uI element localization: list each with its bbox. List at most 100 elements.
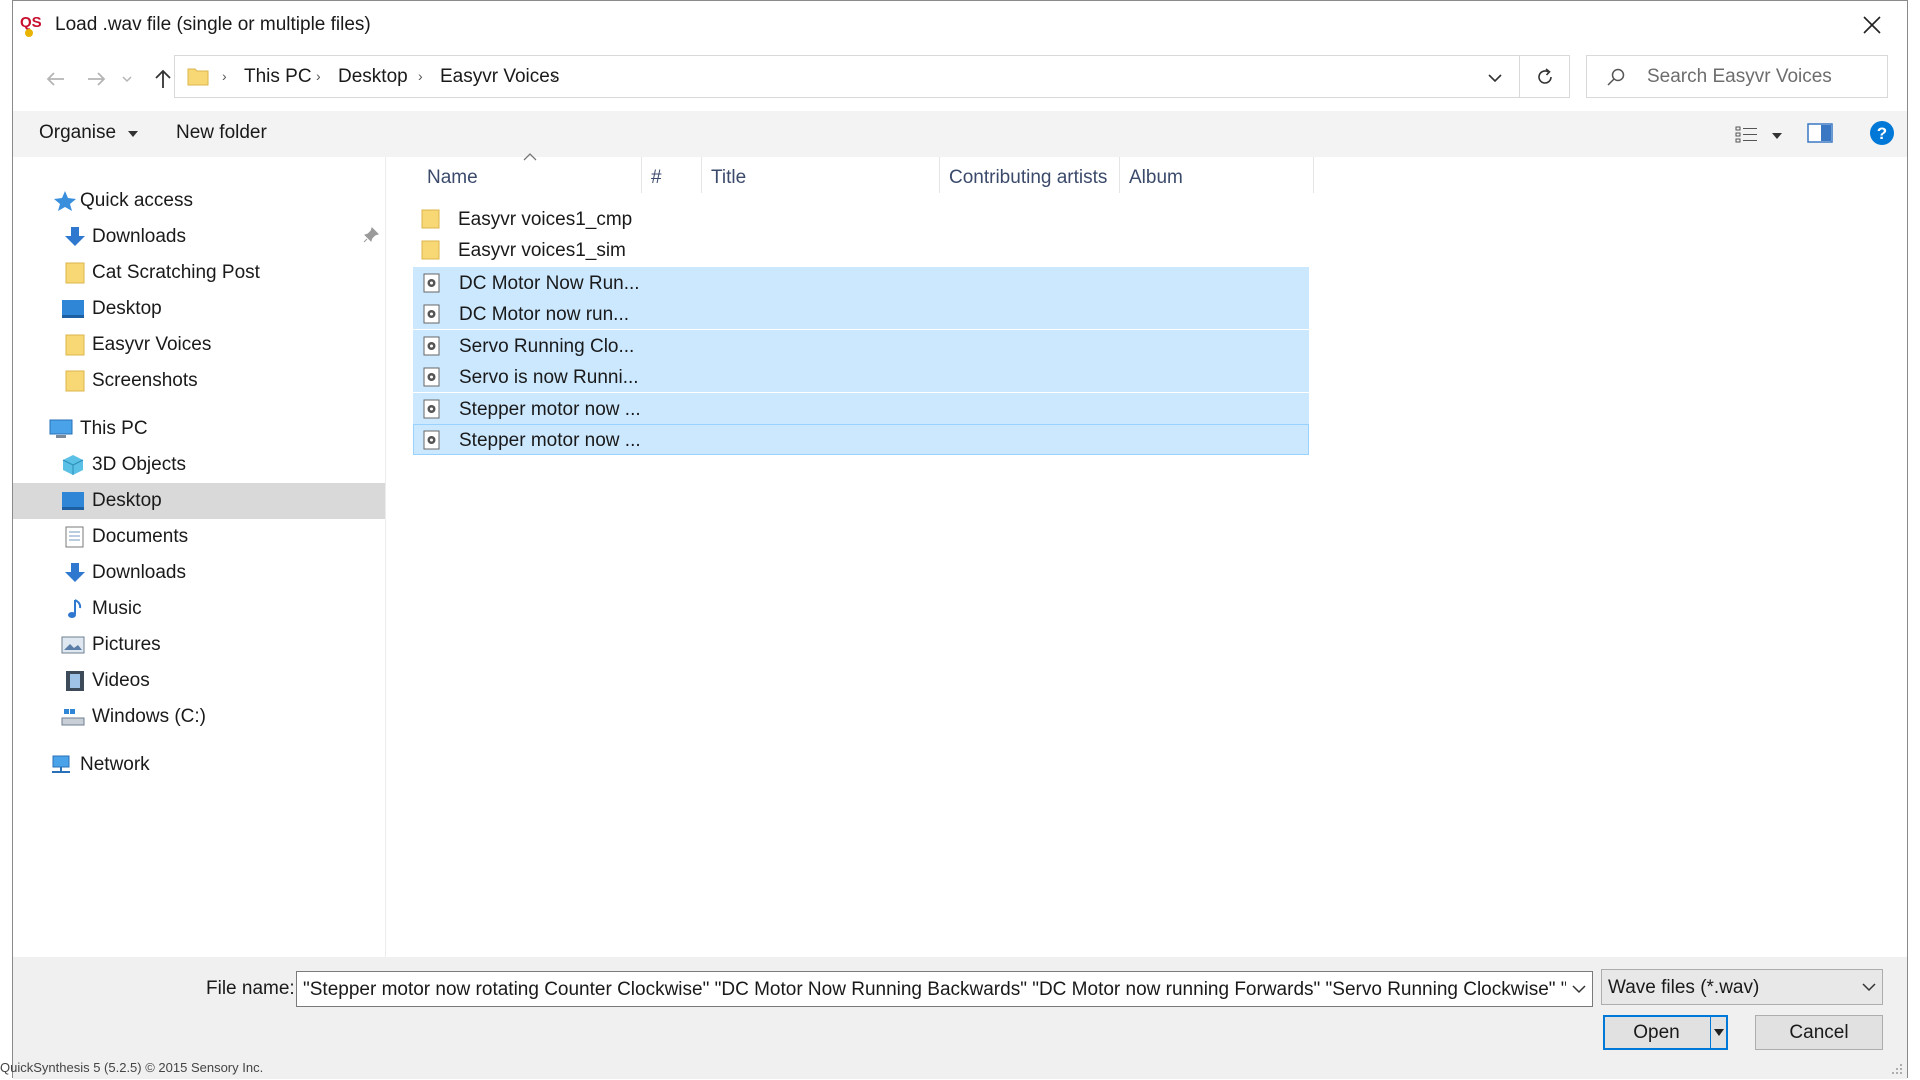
- sidebar-item-documents[interactable]: Documents: [13, 519, 385, 555]
- sidebar-item-label: Network: [80, 754, 150, 775]
- audio-file-icon: [423, 367, 440, 387]
- column-header-album[interactable]: Album: [1129, 167, 1183, 189]
- list-item[interactable]: Easyvr voices1_cmp: [413, 204, 1309, 235]
- arrow-right-icon: [88, 72, 106, 86]
- column-divider[interactable]: [939, 157, 940, 193]
- address-history-dropdown[interactable]: [1483, 64, 1507, 92]
- sidebar-item-downloads-pc[interactable]: Downloads: [13, 555, 385, 591]
- refresh-button[interactable]: [1520, 55, 1570, 98]
- breadcrumb-desktop[interactable]: Desktop: [338, 66, 408, 88]
- organise-button[interactable]: Organise: [39, 122, 139, 144]
- sidebar-item-quick-access[interactable]: Quick access: [13, 183, 385, 219]
- preview-pane-button[interactable]: [1807, 122, 1835, 146]
- file-open-dialog: QS Load .wav file (single or multiple fi…: [12, 0, 1908, 1079]
- address-bar[interactable]: › This PC › Desktop › Easyvr Voices ›: [174, 55, 1520, 98]
- sidebar-item-label: Easyvr Voices: [92, 334, 212, 355]
- file-name-value: "Stepper motor now rotating Counter Cloc…: [303, 979, 1593, 1000]
- list-item-selected[interactable]: DC Motor Now Run...: [413, 267, 1309, 298]
- recent-locations-button[interactable]: [117, 63, 137, 95]
- file-name: Easyvr voices1_sim: [458, 240, 626, 261]
- window-title: Load .wav file (single or multiple files…: [55, 14, 371, 35]
- column-header-title[interactable]: Title: [711, 167, 746, 189]
- sidebar-item-desktop[interactable]: Desktop: [13, 483, 385, 519]
- sidebar-item-desktop-quick[interactable]: Desktop: [13, 291, 385, 327]
- caret-down-icon: [128, 131, 139, 137]
- column-divider[interactable]: [1119, 157, 1120, 193]
- folder-icon: [65, 334, 85, 356]
- chevron-down-icon: [1488, 73, 1502, 82]
- pane-divider[interactable]: [385, 157, 386, 957]
- list-item-selected-focused[interactable]: Stepper motor now ...: [413, 424, 1309, 455]
- forward-button[interactable]: [81, 63, 113, 95]
- sidebar-item-music[interactable]: Music: [13, 591, 385, 627]
- details-view-icon: [1735, 126, 1757, 143]
- cancel-button[interactable]: Cancel: [1755, 1015, 1883, 1050]
- sidebar-item-screenshots[interactable]: Screenshots: [13, 363, 385, 399]
- sidebar-item-easyvr-voices[interactable]: Easyvr Voices: [13, 327, 385, 363]
- file-name-history-dropdown[interactable]: [1566, 972, 1592, 1006]
- folder-icon: [421, 240, 440, 260]
- list-item-selected[interactable]: Stepper motor now ...: [413, 393, 1309, 424]
- sidebar-item-label: Windows (C:): [92, 706, 207, 727]
- file-name-input[interactable]: "Stepper motor now rotating Counter Cloc…: [296, 971, 1593, 1007]
- app-logo-icon: QS: [19, 12, 45, 37]
- column-header-contributing-artists[interactable]: Contributing artists: [949, 167, 1107, 189]
- file-type-select[interactable]: Wave files (*.wav): [1601, 969, 1883, 1005]
- sidebar-item-downloads[interactable]: Downloads: [13, 219, 385, 255]
- help-button[interactable]: ?: [1869, 120, 1895, 146]
- new-folder-button[interactable]: New folder: [176, 122, 267, 144]
- folder-icon: [187, 68, 209, 86]
- back-button[interactable]: [39, 63, 71, 95]
- drive-icon: [61, 709, 85, 726]
- folder-icon: [65, 262, 85, 284]
- sidebar-item-label: Downloads: [92, 226, 186, 247]
- background-status-text: QuickSynthesis 5 (5.2.5) © 2015 Sensory …: [0, 1060, 264, 1075]
- sidebar-item-3d-objects[interactable]: 3D Objects: [13, 447, 385, 483]
- sidebar-item-network[interactable]: Network: [13, 747, 385, 783]
- breadcrumb-this-pc[interactable]: This PC: [244, 66, 312, 88]
- navigation-bar: › This PC › Desktop › Easyvr Voices › Se…: [13, 49, 1907, 109]
- file-name: DC Motor now run...: [459, 304, 629, 325]
- column-header-name[interactable]: Name: [427, 167, 478, 189]
- document-icon: [65, 526, 84, 548]
- audio-file-icon: [423, 399, 440, 419]
- sidebar-item-pictures[interactable]: Pictures: [13, 627, 385, 663]
- list-item-selected[interactable]: DC Motor now run...: [413, 298, 1309, 329]
- close-icon: [1863, 16, 1881, 34]
- title-bar: QS Load .wav file (single or multiple fi…: [13, 1, 1907, 49]
- open-options-dropdown[interactable]: [1710, 1017, 1727, 1048]
- sidebar-item-label: Screenshots: [92, 370, 198, 391]
- change-view-button[interactable]: [1731, 123, 1787, 147]
- audio-file-icon: [423, 336, 440, 356]
- breadcrumb-easyvr-voices[interactable]: Easyvr Voices: [440, 66, 559, 88]
- sidebar-item-label: Music: [92, 598, 142, 619]
- list-item-selected[interactable]: Servo Running Clo...: [413, 330, 1309, 361]
- star-icon: [54, 191, 76, 211]
- search-box[interactable]: Search Easyvr Voices: [1586, 55, 1888, 98]
- refresh-icon: [1537, 67, 1552, 84]
- column-divider[interactable]: [701, 157, 702, 193]
- list-item-selected[interactable]: Servo is now Runni...: [413, 361, 1309, 392]
- breadcrumb-separator-icon: ›: [418, 68, 423, 84]
- caret-down-icon: [1772, 133, 1782, 139]
- sidebar-item-videos[interactable]: Videos: [13, 663, 385, 699]
- sidebar-item-label: Quick access: [80, 190, 193, 211]
- sidebar-item-label: Downloads: [92, 562, 186, 583]
- open-label: Open: [1633, 1022, 1680, 1043]
- list-item[interactable]: Easyvr voices1_sim: [413, 235, 1309, 266]
- sidebar-item-label: Documents: [92, 526, 189, 547]
- close-button[interactable]: [1837, 1, 1907, 49]
- column-header-number[interactable]: #: [651, 167, 662, 189]
- file-type-value: Wave files (*.wav): [1608, 977, 1760, 998]
- sidebar-item-cat-scratching-post[interactable]: Cat Scratching Post: [13, 255, 385, 291]
- folder-icon: [65, 370, 85, 392]
- column-divider[interactable]: [641, 157, 642, 193]
- sidebar-item-label: Cat Scratching Post: [92, 262, 260, 283]
- sidebar-item-this-pc[interactable]: This PC: [13, 411, 385, 447]
- sort-ascending-icon: [523, 153, 537, 161]
- sidebar-item-windows-c[interactable]: Windows (C:): [13, 699, 385, 735]
- download-arrow-icon: [65, 563, 85, 582]
- column-divider[interactable]: [1313, 157, 1314, 193]
- file-name: DC Motor Now Run...: [459, 273, 640, 294]
- resize-grip-icon[interactable]: [1891, 1063, 1903, 1075]
